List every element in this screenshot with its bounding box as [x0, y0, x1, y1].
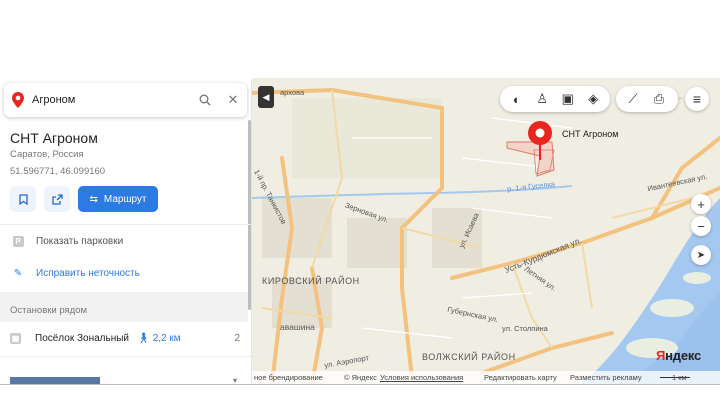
menu-icon[interactable]: ≡ [685, 87, 709, 111]
nearby-stops-title: Остановки рядом [10, 305, 88, 316]
ad-link[interactable]: Разместить рекламу [570, 373, 642, 382]
page-bottom-strip [0, 384, 720, 404]
edit-map-link[interactable]: Редактировать карту [484, 373, 557, 382]
side-panel: Агроном ✕ СНТ Агроном Саратов, Россия 51… [0, 80, 252, 384]
bus-stop-icon: ▦ [10, 333, 21, 344]
pencil-icon: ✎ [13, 267, 23, 279]
close-icon[interactable]: ✕ [219, 86, 247, 114]
edit-inaccuracy-label: Исправить неточность [36, 267, 140, 279]
copyright-text: © Яндекс [344, 373, 377, 382]
chevron-down-icon[interactable]: ▾ [233, 376, 237, 384]
street-label: ул. Столпина [502, 324, 548, 333]
place-address: Саратов, Россия [10, 149, 84, 160]
edit-inaccuracy-row[interactable]: ✎ Исправить неточность [10, 266, 140, 280]
branding-text: ное брендирование [254, 373, 323, 382]
stop-name: Посёлок Зональный [35, 333, 129, 344]
ruler-icon[interactable]: ⟋ [620, 86, 646, 112]
stop-distance: 2,2 км [152, 333, 181, 344]
zoom-in-icon[interactable]: + [691, 194, 711, 214]
map-layers-toolbar: ◐ ♙ ▣ ◈ [500, 86, 610, 112]
show-parking-label: Показать парковки [36, 235, 124, 247]
stop-route-count: 2 [234, 333, 240, 344]
marker-label: СНТ Агроном [562, 129, 619, 139]
search-bar[interactable]: Агроном ✕ [4, 83, 247, 117]
walk-icon: 🚶︎ [137, 333, 150, 344]
district-label: ВОЛЖСКИЙ РАЙОН [422, 352, 516, 362]
search-input[interactable]: Агроном [32, 94, 191, 106]
traffic-icon[interactable]: ◐ [504, 86, 530, 112]
collapse-panel-icon[interactable]: ◀ [258, 86, 274, 108]
photo-thumbnail[interactable] [10, 377, 100, 384]
divider [0, 224, 251, 225]
district-label: КИРОВСКИЙ РАЙОН [262, 276, 360, 286]
map-footer: ное брендирование © Яндекс Условия испол… [252, 371, 720, 384]
transport-icon[interactable]: ▣ [555, 86, 581, 112]
route-button-label: Маршрут [103, 193, 147, 205]
show-parking-row[interactable]: P Показать парковки [10, 234, 123, 248]
yandex-logo: Яндекс [656, 348, 702, 363]
search-icon[interactable] [191, 86, 219, 114]
map-canvas[interactable]: СНТ Агроном архова 1-й пр. Танкистов Зер… [252, 78, 720, 384]
place-title: СНТ Агроном [10, 130, 98, 146]
layers-icon[interactable]: ◈ [581, 86, 607, 112]
terms-link[interactable]: Условия использования [380, 373, 463, 382]
panorama-icon[interactable]: ♙ [530, 86, 556, 112]
map-base [252, 78, 720, 384]
bookmark-icon[interactable] [10, 186, 36, 212]
print-icon[interactable]: ⎙ [646, 86, 672, 112]
map-pin-icon [4, 92, 32, 108]
list-item[interactable]: ▦ Посёлок Зональный 🚶︎ 2,2 км 2 [10, 333, 240, 344]
parking-icon: P [12, 235, 24, 247]
geolocation-icon[interactable]: ➤ [691, 245, 711, 265]
scale-label: 1 км [672, 373, 687, 382]
map-tools-toolbar: ⟋ ⎙ [616, 86, 678, 112]
street-label: авашина [280, 322, 315, 332]
zoom-out-icon[interactable]: − [691, 216, 711, 236]
place-coordinates[interactable]: 51.596771, 46.099160 [10, 166, 105, 177]
divider [0, 356, 251, 357]
route-button[interactable]: ⇆ Маршрут [78, 186, 158, 212]
route-icon: ⇆ [89, 193, 98, 205]
street-label: архова [280, 88, 305, 97]
place-marker-icon[interactable] [527, 120, 553, 164]
panel-scrollbar[interactable] [248, 120, 251, 310]
share-icon[interactable] [44, 186, 70, 212]
